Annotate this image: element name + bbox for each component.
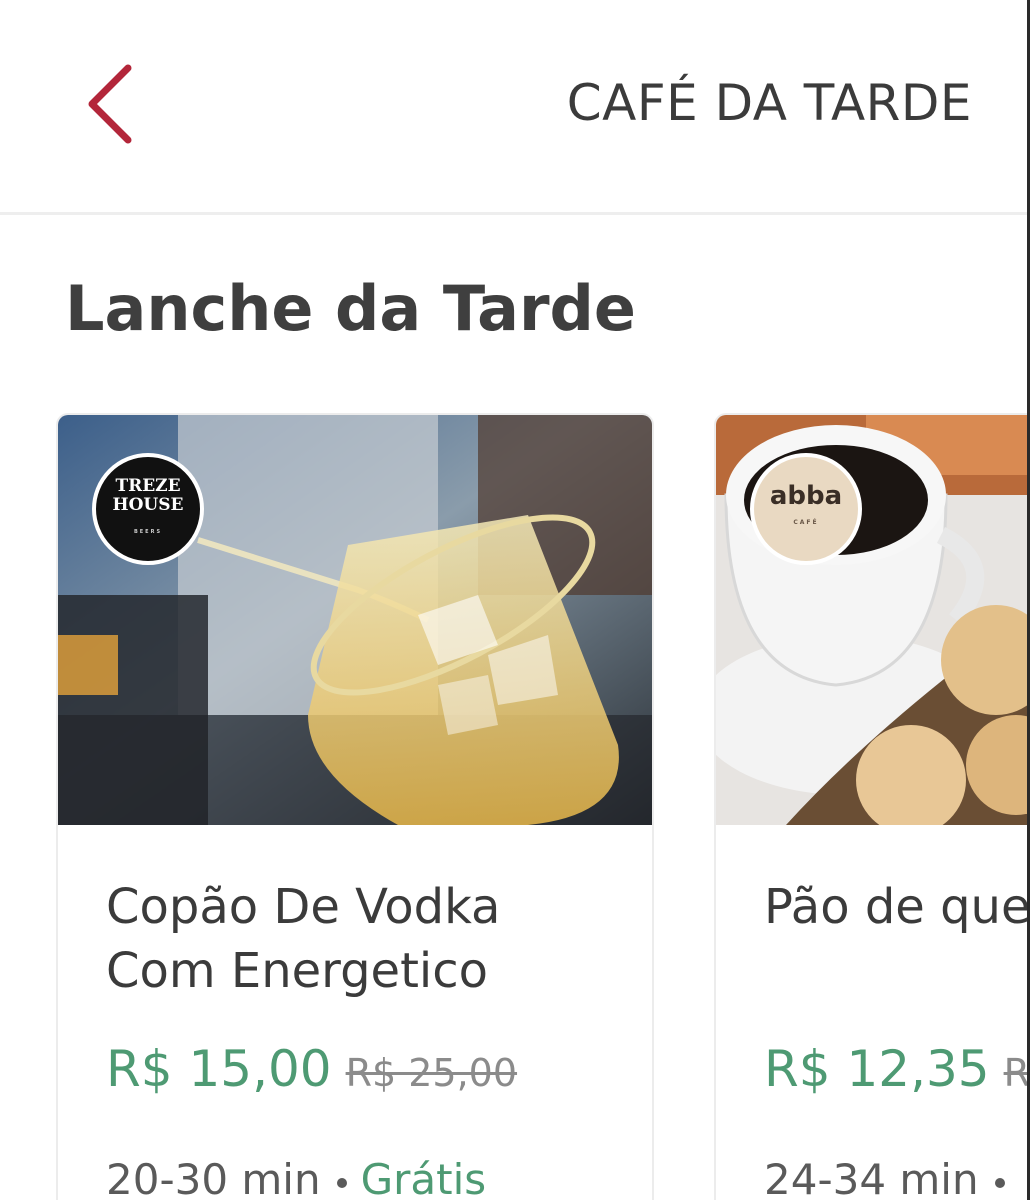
header-divider	[0, 212, 1030, 215]
price-row: R$ 15,00 R$ 25,00	[106, 1040, 517, 1098]
delivery-info: 24-34 min	[764, 1155, 1019, 1200]
product-card[interactable]: TREZE HOUSE BEERS Copão De Vodka Com Ene…	[56, 413, 654, 1200]
store-logo: TREZE HOUSE BEERS	[92, 453, 204, 565]
page-title: CAFÉ DA TARDE	[566, 74, 972, 132]
chevron-left-icon	[88, 64, 132, 144]
delivery-info: 20-30 min Grátis	[106, 1155, 486, 1200]
current-price: R$ 12,35	[764, 1040, 990, 1098]
back-button[interactable]	[78, 60, 148, 150]
separator-dot	[336, 1177, 347, 1188]
delivery-time: 24-34 min	[764, 1155, 979, 1200]
product-name: Pão de queijo	[764, 879, 1030, 935]
product-image: abba CAFÉ	[716, 415, 1030, 825]
price-row: R$ 12,35R$	[764, 1040, 1030, 1098]
original-price: R$ 25,00	[345, 1051, 518, 1095]
product-name: Copão De Vodka Com Energetico	[106, 879, 501, 999]
store-logo: abba CAFÉ	[750, 453, 862, 565]
current-price: R$ 15,00	[106, 1040, 332, 1098]
separator-dot	[994, 1177, 1005, 1188]
product-card[interactable]: abba CAFÉ Pão de queijo R$ 12,35R$ 24-34…	[714, 413, 1030, 1200]
product-image: TREZE HOUSE BEERS	[58, 415, 652, 825]
delivery-fee: Grátis	[360, 1155, 487, 1200]
delivery-time: 20-30 min	[106, 1155, 321, 1200]
app-screen: CAFÉ DA TARDE Lanche da Tarde TREZE HOUS…	[0, 0, 1030, 1200]
section-title: Lanche da Tarde	[65, 272, 636, 345]
top-header: CAFÉ DA TARDE	[0, 0, 1030, 212]
